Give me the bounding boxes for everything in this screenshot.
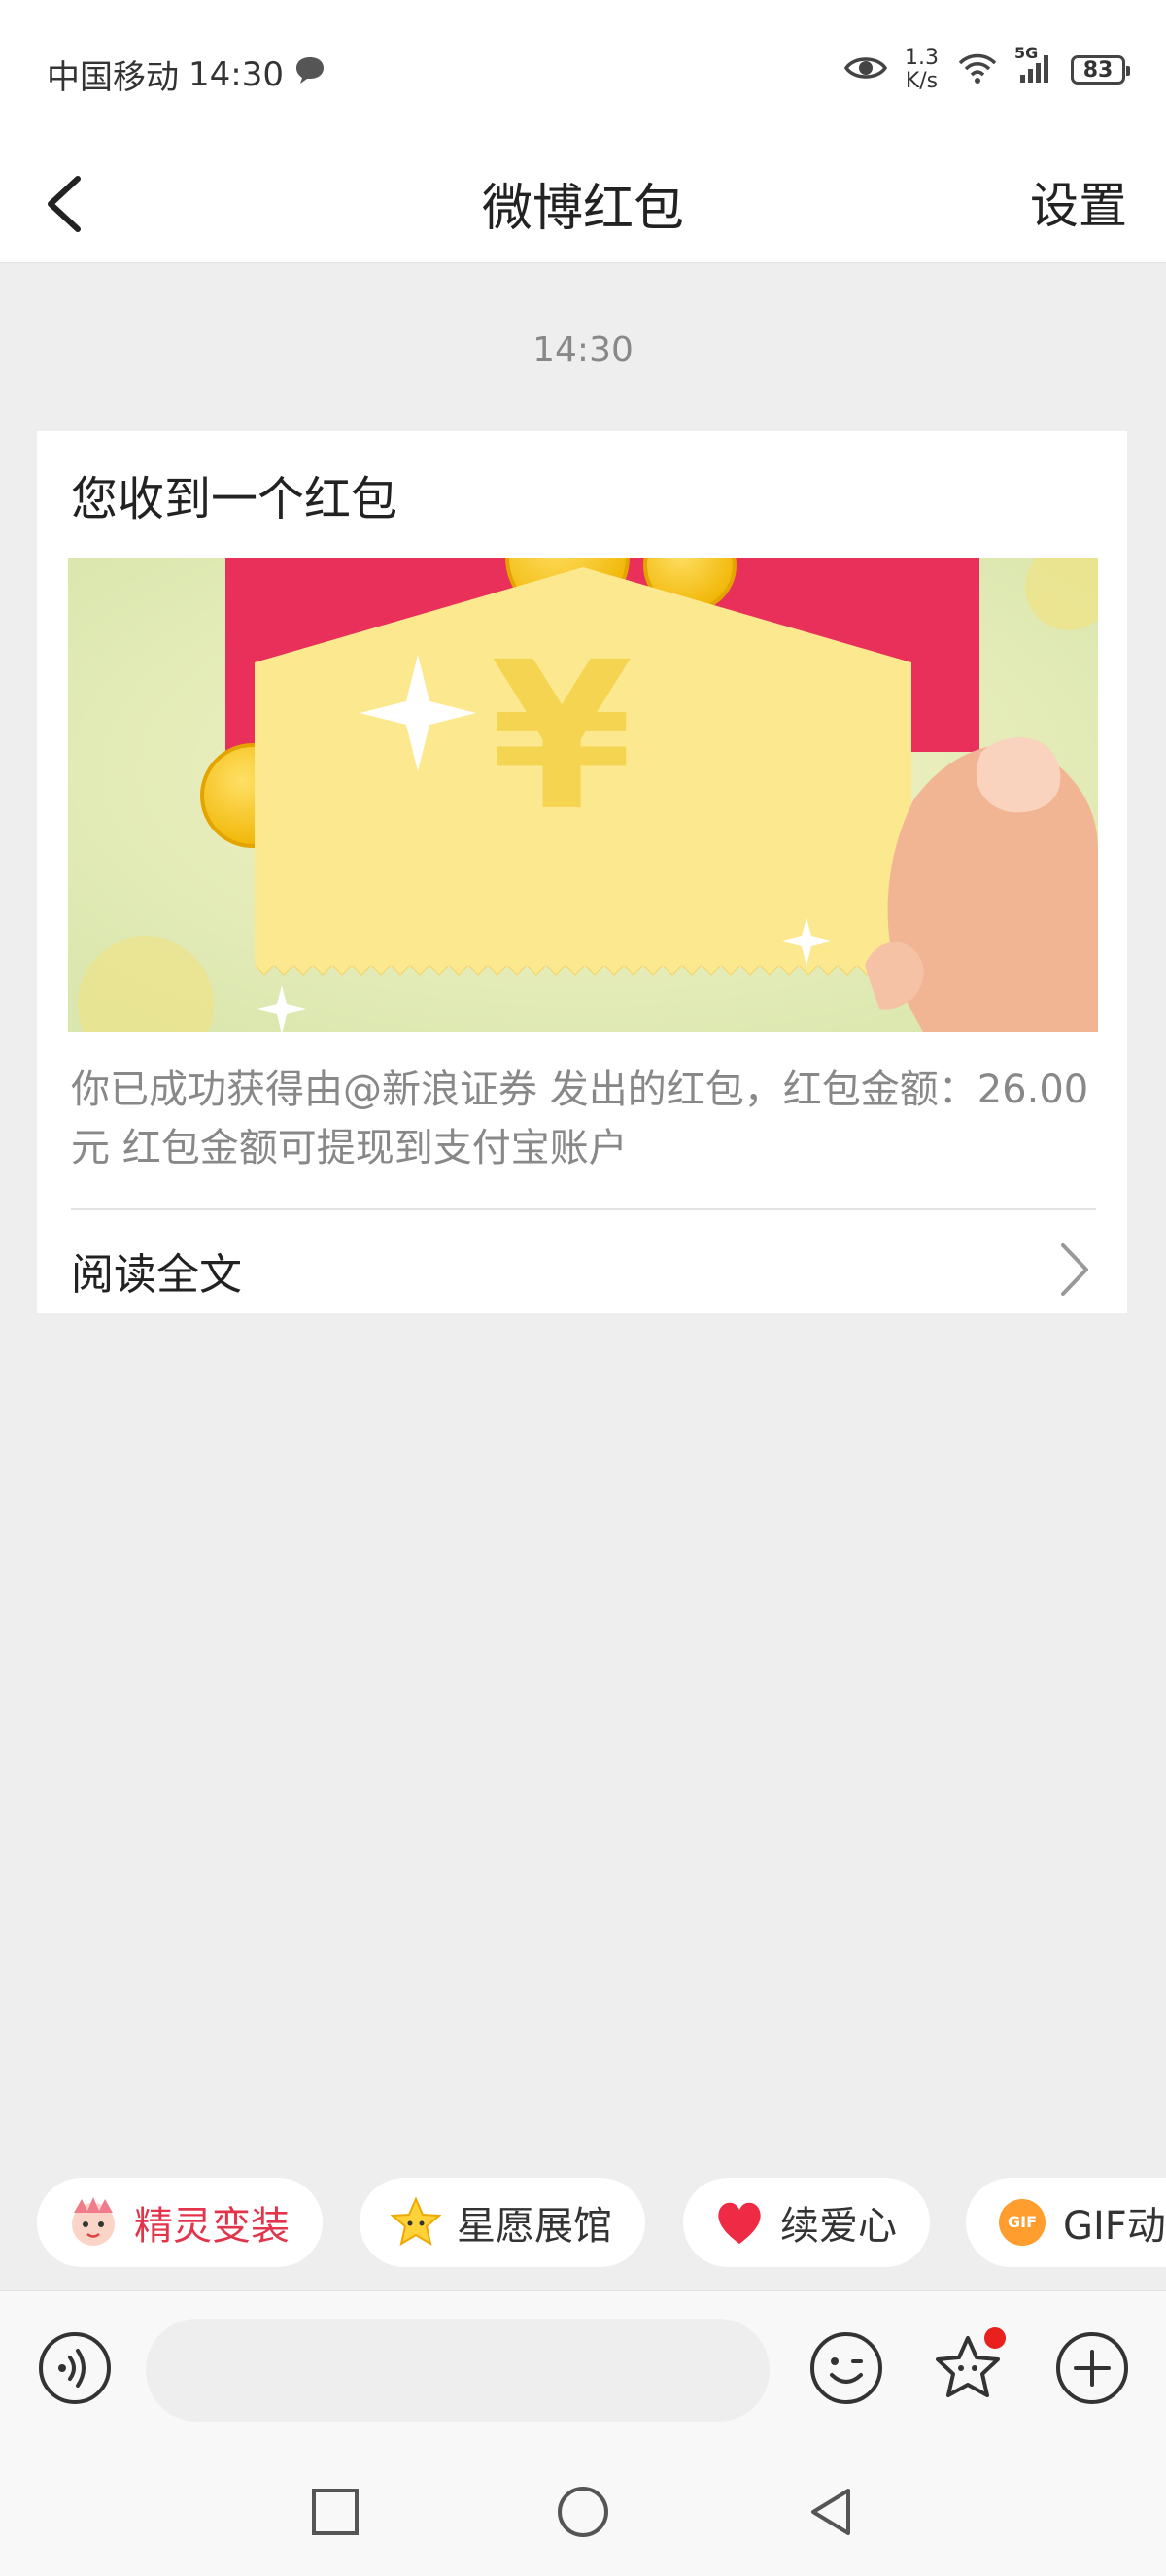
carrier-name: 中国移动	[47, 58, 179, 97]
plus-icon	[1056, 2332, 1128, 2404]
triangle-back-icon	[811, 2489, 850, 2535]
heart-icon	[712, 2195, 767, 2250]
star-face-icon	[936, 2327, 1006, 2397]
sticker-button[interactable]	[929, 2326, 1012, 2410]
square-icon	[312, 2489, 359, 2535]
status-left: 中国移动 14:30	[47, 51, 326, 98]
speed-unit: K/s	[905, 69, 939, 93]
card-divider	[71, 1208, 1096, 1210]
recent-apps-button[interactable]	[306, 2483, 364, 2541]
status-time: 14:30	[189, 54, 284, 94]
sprite-avatar-icon	[66, 2195, 120, 2250]
network-type: 5G	[1014, 44, 1039, 62]
system-back-button[interactable]	[802, 2483, 860, 2541]
card-title: 您收到一个红包	[71, 472, 398, 526]
status-bar: 中国移动 14:30 1.3 K/s 5G 83	[0, 0, 1166, 148]
home-button[interactable]	[554, 2483, 612, 2541]
page-title: 微博红包	[481, 180, 684, 238]
yen-symbol: ¥	[491, 618, 634, 856]
read-full-text-label: 阅读全文	[71, 1250, 242, 1300]
chip-label: 星愿展馆	[457, 2204, 612, 2249]
battery-icon: 83	[1071, 55, 1130, 85]
message-input[interactable]	[146, 2319, 770, 2422]
chip-label: 续爱心	[780, 2204, 897, 2249]
read-full-text-link[interactable]: 阅读全文	[71, 1232, 1096, 1309]
chip-sprite-costume[interactable]: 精灵变装	[37, 2178, 323, 2267]
chip-renew-heart[interactable]: 续爱心	[683, 2178, 930, 2267]
gif-badge-text: GIF	[1007, 2213, 1037, 2231]
settings-button[interactable]: 设置	[1030, 167, 1127, 237]
signal-icon: 5G	[1014, 44, 1053, 88]
chip-label: GIF动	[1063, 2204, 1166, 2249]
nav-bar: 微博红包 设置	[0, 148, 1166, 263]
network-speed: 1.3 K/s	[905, 47, 939, 93]
chip-label: 精灵变装	[134, 2204, 290, 2249]
circle-icon	[558, 2487, 608, 2537]
quick-action-bar: 精灵变装 星愿展馆 续爱心 GIF GIF动	[0, 2174, 1166, 2271]
card-description: 你已成功获得由@新浪证券 发出的红包，红包金额：26.00元 红包金额可提现到支…	[71, 1068, 1089, 1170]
voice-input-button[interactable]	[37, 2330, 113, 2406]
more-actions-button[interactable]	[1054, 2330, 1130, 2406]
wifi-icon	[956, 51, 999, 88]
status-right: 1.3 K/s 5G 83	[843, 44, 1130, 93]
voice-icon	[39, 2332, 111, 2404]
battery-level: 83	[1082, 57, 1114, 83]
red-packet-banner-image: ¥	[68, 558, 1098, 1032]
star-icon	[389, 2195, 443, 2250]
chevron-right-icon	[1061, 1243, 1088, 1296]
smiley-icon	[810, 2332, 882, 2404]
chat-timestamp: 14:30	[532, 330, 634, 370]
speed-value: 1.3	[905, 46, 939, 70]
emoji-button[interactable]	[808, 2330, 884, 2406]
message-input-bar	[0, 2290, 1166, 2451]
chip-star-gallery[interactable]: 星愿展馆	[360, 2178, 645, 2267]
gif-icon: GIF	[995, 2195, 1049, 2250]
message-bubble-icon	[293, 54, 326, 94]
eye-icon	[843, 53, 888, 86]
chip-gif[interactable]: GIF GIF动	[966, 2178, 1166, 2267]
red-packet-card[interactable]: 您收到一个红包 ¥ 你已成功获得由@新浪证券 发出的红包，红包金额：26.00元…	[37, 431, 1127, 1313]
system-navigation-bar	[0, 2450, 1166, 2576]
